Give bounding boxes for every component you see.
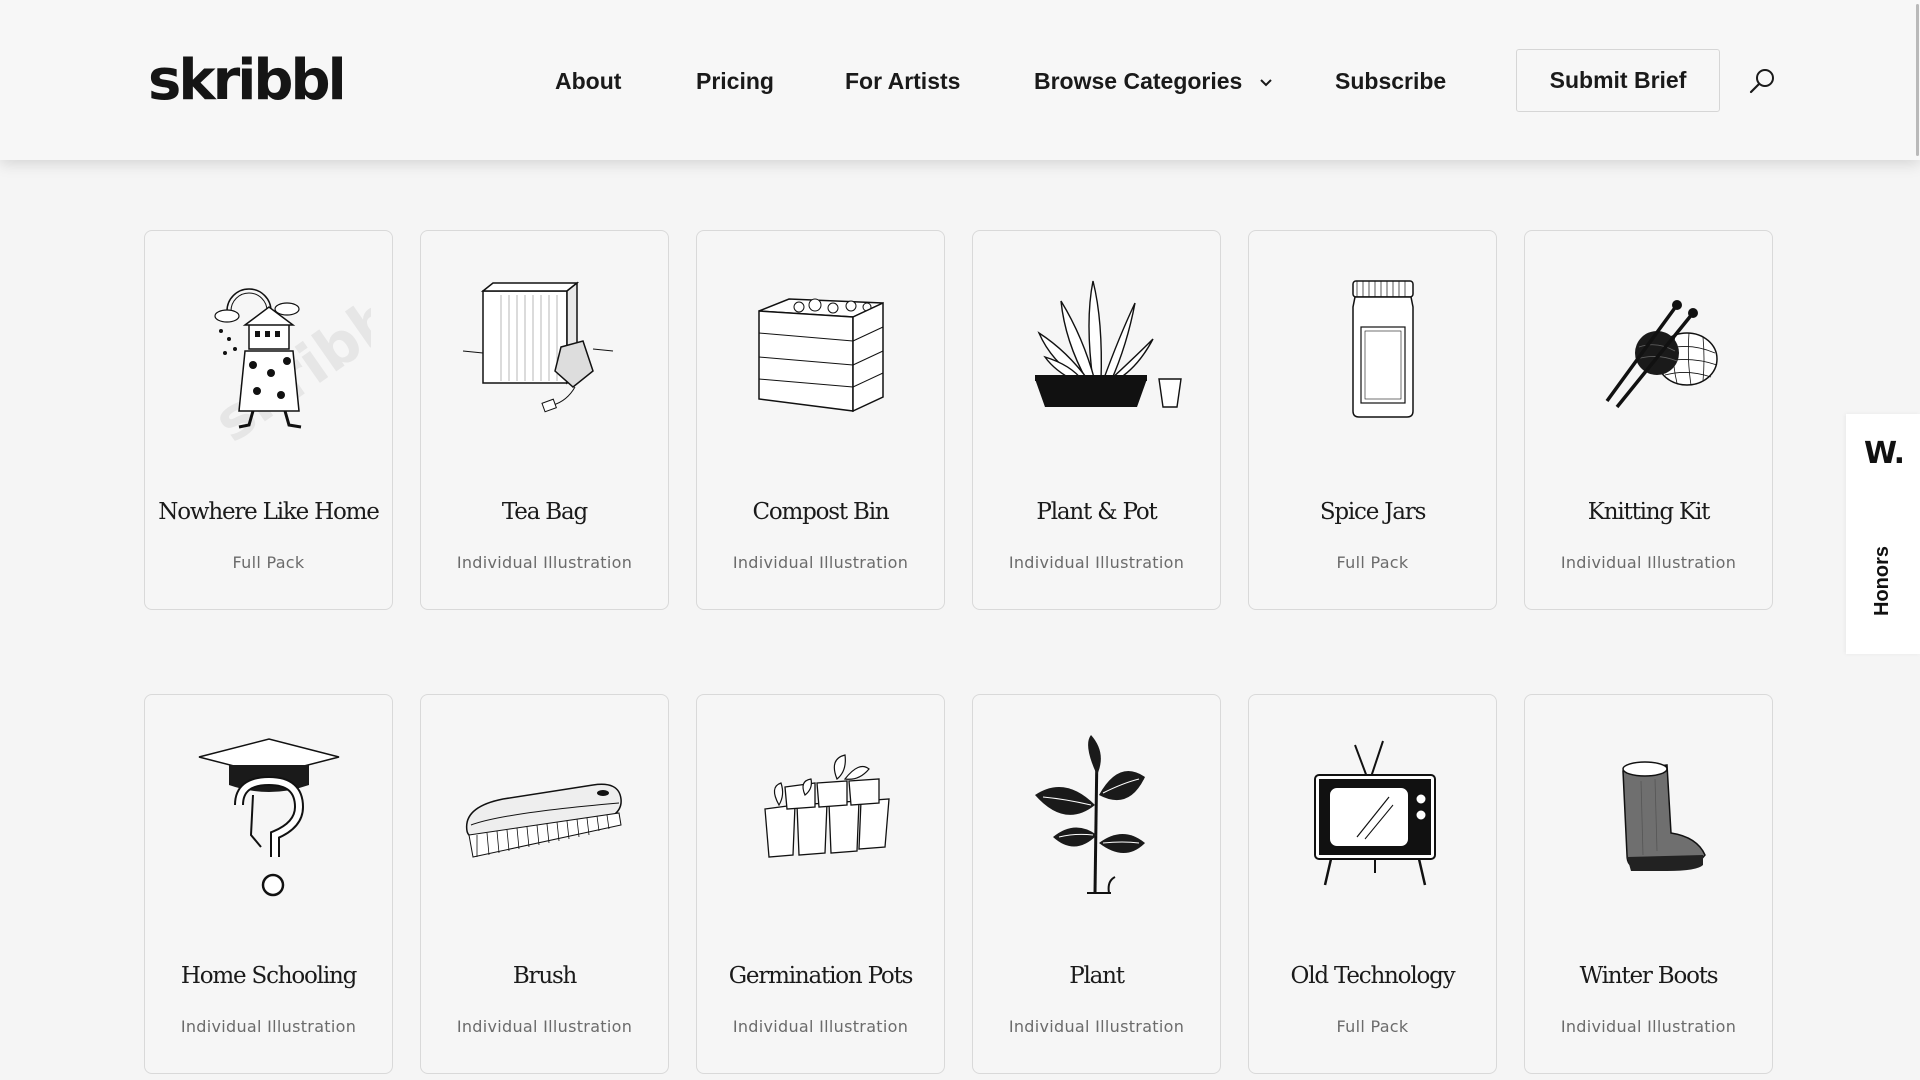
- card-type: Individual Illustration: [1560, 1017, 1737, 1036]
- scrollbar-thumb[interactable]: [1916, 4, 1919, 156]
- card-type: Individual Illustration: [180, 1017, 357, 1036]
- submit-brief-button[interactable]: Submit Brief: [1516, 49, 1720, 112]
- card-title: Plant: [1069, 963, 1125, 989]
- brush-illustration: [465, 783, 622, 858]
- product-card-germination-pots[interactable]: Germination Pots Individual Illustration: [696, 694, 945, 1074]
- card-title: Spice Jars: [1319, 499, 1427, 525]
- boot-illustration: [1622, 761, 1706, 871]
- plant-illustration: [1035, 735, 1145, 894]
- product-card-knitting-kit[interactable]: Knitting Kit Individual Illustration: [1524, 230, 1773, 610]
- product-card-plant[interactable]: Plant Individual Illustration: [972, 694, 1221, 1074]
- retro-tv-illustration: [1314, 740, 1436, 886]
- card-type: Individual Illustration: [1560, 553, 1737, 572]
- card-title: Home Schooling: [180, 963, 357, 989]
- product-card-old-technology[interactable]: Old Technology Full Pack: [1248, 694, 1497, 1074]
- card-type: Individual Illustration: [456, 1017, 633, 1036]
- plant-pot-illustration: [1035, 280, 1182, 408]
- card-title: Brush: [512, 963, 578, 989]
- card-type: Full Pack: [1336, 553, 1409, 572]
- nav-for-artists[interactable]: For Artists: [845, 66, 960, 96]
- card-type: Individual Illustration: [732, 1017, 909, 1036]
- seedling-tray-illustration: [764, 754, 890, 858]
- house-figure-illustration: skribbl: [202, 271, 371, 441]
- nav-pricing[interactable]: Pricing: [696, 66, 774, 96]
- card-type: Individual Illustration: [456, 553, 633, 572]
- card-title: Compost Bin: [752, 499, 889, 525]
- product-card-winter-boots[interactable]: Winter Boots Individual Illustration: [1524, 694, 1773, 1074]
- site-header: skribbl About Pricing For Artists Browse…: [0, 0, 1920, 160]
- card-type: Individual Illustration: [1008, 553, 1185, 572]
- honors-label: Honors: [1871, 546, 1893, 616]
- card-type: Full Pack: [232, 553, 305, 572]
- product-card-tea-bag[interactable]: Tea Bag Individual Illustration: [420, 230, 669, 610]
- graduation-question-illustration: [198, 738, 340, 897]
- honors-logo: W.: [1864, 436, 1905, 471]
- card-title: Germination Pots: [728, 963, 914, 989]
- product-card-home-schooling[interactable]: Home Schooling Individual Illustration: [144, 694, 393, 1074]
- nav-browse-categories[interactable]: Browse Categories: [1034, 66, 1275, 96]
- card-type: Full Pack: [1336, 1017, 1409, 1036]
- search-icon[interactable]: [1748, 66, 1778, 96]
- skribbl-logo[interactable]: skribbl: [148, 46, 347, 116]
- product-card-brush[interactable]: Brush Individual Illustration: [420, 694, 669, 1074]
- nav-subscribe[interactable]: Subscribe: [1335, 66, 1446, 96]
- card-type: Individual Illustration: [1008, 1017, 1185, 1036]
- card-title: Winter Boots: [1579, 963, 1719, 989]
- card-title: Knitting Kit: [1587, 499, 1711, 525]
- card-title: Tea Bag: [501, 499, 588, 525]
- chevron-down-icon: [1260, 79, 1272, 87]
- nav-browse-categories-label: Browse Categories: [1034, 68, 1243, 94]
- product-card-plant-pot[interactable]: Plant & Pot Individual Illustration: [972, 230, 1221, 610]
- product-card-compost-bin[interactable]: Compost Bin Individual Illustration: [696, 230, 945, 610]
- honors-badge[interactable]: W. Honors: [1846, 414, 1920, 654]
- card-title: Plant & Pot: [1036, 499, 1157, 525]
- product-card-spice-jars[interactable]: Spice Jars Full Pack: [1248, 230, 1497, 610]
- nav-about[interactable]: About: [555, 66, 621, 96]
- knitting-kit-illustration: [1605, 300, 1718, 409]
- tea-bag-illustration: [462, 281, 614, 413]
- card-title: Old Technology: [1290, 963, 1456, 989]
- card-title: Nowhere Like Home: [158, 499, 380, 525]
- spice-jar-illustration: [1352, 280, 1414, 418]
- compost-bin-illustration: [758, 298, 884, 413]
- card-type: Individual Illustration: [732, 553, 909, 572]
- product-card-nowhere-like-home[interactable]: skribbl Nowhere Like Home Full Pack: [144, 230, 393, 610]
